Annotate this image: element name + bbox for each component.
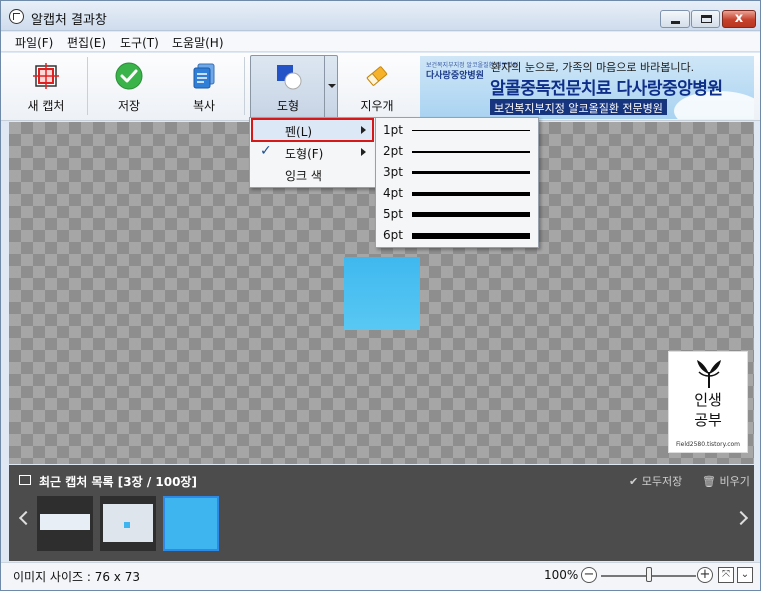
menu-item-ink-color[interactable]: 잉크 색 (251, 164, 374, 185)
save-button[interactable]: 저장 (99, 53, 159, 119)
shape-label: 도형 (276, 99, 300, 113)
pen-width-1pt[interactable]: 1pt (377, 120, 537, 141)
capture-thumbnail[interactable] (100, 496, 156, 551)
save-check-icon (115, 62, 143, 90)
next-arrow-icon[interactable] (733, 510, 749, 526)
close-button[interactable]: x (722, 10, 756, 28)
save-all-button[interactable]: ✔ 모두저장 (629, 473, 682, 489)
app-window: 알캡처 결과창 x 파일(F) 편집(E) 도구(T) 도움말(H) 새 캡처 (0, 0, 761, 591)
clear-button[interactable]: 🗑 비우기 (702, 473, 750, 489)
capture-thumbnail[interactable] (37, 496, 93, 551)
ad-headline: 환자의 눈으로, 가족의 마음으로 바라봅니다. (491, 61, 695, 74)
gallery-icon (19, 475, 31, 485)
new-capture-button[interactable]: 새 캡처 (15, 53, 77, 119)
menu-tools[interactable]: 도구(T) (120, 34, 159, 51)
ad-logo: 다사랑중앙병원 (426, 71, 484, 81)
status-bar: 이미지 사이즈 : 76 x 73 100% − + ⤧ ⌄ (1, 562, 760, 590)
pen-width-2pt[interactable]: 2pt (377, 141, 537, 162)
new-capture-label: 새 캡처 (27, 99, 65, 113)
highlight-box (251, 118, 374, 142)
image-size-text: 이미지 사이즈 : 76 x 73 (13, 570, 140, 584)
pen-width-submenu: 1pt 2pt 3pt 4pt 5pt 6pt (375, 117, 539, 248)
save-label: 저장 (117, 99, 141, 113)
watermark-text: 인생 공부 (669, 390, 747, 430)
pen-width-sample (412, 192, 530, 196)
pen-width-sample (412, 130, 530, 131)
toolbar-divider (87, 57, 88, 115)
maximize-button[interactable] (691, 10, 720, 28)
menu-help[interactable]: 도움말(H) (172, 34, 224, 51)
window-title: 알캡처 결과창 (31, 13, 107, 28)
clear-label: 비우기 (719, 475, 750, 488)
thumbnail-preview (40, 514, 90, 530)
eraser-label: 지우개 (360, 99, 394, 113)
capture-icon (33, 63, 59, 89)
app-logo-icon (9, 9, 24, 24)
pen-width-label: 1pt (383, 123, 403, 137)
ad-subtitle: 보건복지부지정 알코올질환 전문병원 (490, 99, 667, 115)
capture-thumbnail-selected[interactable] (163, 496, 219, 551)
pen-width-sample (412, 233, 530, 239)
menu-item-label: 잉크 색 (285, 169, 322, 183)
zoom-in-icon[interactable]: + (697, 567, 713, 583)
pen-width-sample (412, 151, 530, 153)
watermark-line1: 인생 (694, 391, 722, 409)
shape-tool[interactable]: 도형 (254, 53, 322, 119)
menu-edit[interactable]: 편집(E) (67, 34, 106, 51)
minimize-icon (671, 21, 680, 24)
pen-width-sample (412, 212, 530, 217)
menu-file[interactable]: 파일(F) (15, 34, 53, 51)
save-all-label: 모두저장 (641, 475, 683, 488)
menu-bar: 파일(F) 편집(E) 도구(T) 도움말(H) (1, 32, 760, 52)
maximize-icon (701, 15, 712, 23)
copy-label: 복사 (192, 99, 216, 113)
pen-width-6pt[interactable]: 6pt (377, 225, 537, 246)
pen-width-5pt[interactable]: 5pt (377, 204, 537, 225)
watermark-line2: 공부 (694, 411, 722, 429)
shape-split-divider (324, 55, 325, 119)
more-options-icon[interactable]: ⌄ (737, 567, 753, 583)
recent-captures-panel: 최근 캡처 목록 [3장 / 100장] ✔ 모두저장 🗑 비우기 (9, 465, 754, 561)
ad-title: 알콜중독전문치료 다사랑중앙병원 (490, 79, 723, 99)
watermark-url: Field2580.tistory.com (675, 441, 741, 448)
pen-width-label: 4pt (383, 186, 403, 200)
menu-item-shape[interactable]: ✓ 도형(F) (251, 142, 374, 163)
eraser-icon (366, 66, 388, 86)
pen-width-label: 2pt (383, 144, 403, 158)
title-bar[interactable]: 알캡처 결과창 x (1, 1, 760, 31)
zoom-out-icon[interactable]: − (581, 567, 597, 583)
pen-width-label: 3pt (383, 165, 403, 179)
chevron-down-icon[interactable] (328, 84, 336, 88)
copy-icon (193, 63, 215, 89)
pen-width-label: 6pt (383, 228, 403, 242)
fit-to-screen-icon[interactable]: ⤧ (718, 567, 734, 583)
menu-item-label: 도형(F) (285, 147, 324, 161)
pen-width-3pt[interactable]: 3pt (377, 162, 537, 183)
toolbar-divider (244, 57, 245, 115)
plant-logo-icon (697, 360, 721, 388)
prev-arrow-icon[interactable] (18, 510, 34, 526)
submenu-arrow-icon (361, 148, 366, 156)
pen-width-label: 5pt (383, 207, 403, 221)
close-icon: x (734, 11, 744, 26)
pen-width-4pt[interactable]: 4pt (377, 183, 537, 204)
zoom-slider-thumb[interactable] (645, 567, 652, 582)
checkmark-icon: ✓ (260, 143, 272, 159)
minimize-button[interactable] (660, 10, 690, 28)
pen-width-sample (412, 171, 530, 174)
thumbnail-preview (124, 522, 130, 528)
zoom-level: 100% (544, 568, 579, 582)
captured-image[interactable] (344, 257, 420, 330)
eraser-button[interactable]: 지우개 (346, 53, 408, 119)
shape-icon (277, 65, 302, 90)
copy-button[interactable]: 복사 (174, 53, 234, 119)
ad-banner[interactable]: 보건복지부지정 알코올질환 전문병원 다사랑중앙병원 환자의 눈으로, 가족의 … (420, 56, 754, 119)
watermark: 인생 공부 Field2580.tistory.com (668, 351, 748, 453)
recent-captures-title: 최근 캡처 목록 [3장 / 100장] (39, 475, 197, 489)
